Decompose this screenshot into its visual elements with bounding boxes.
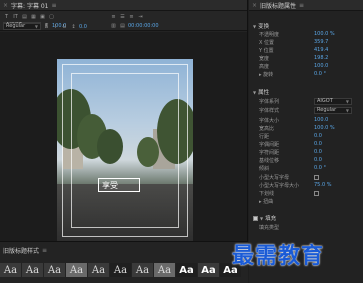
kerning-row: 字偶间距 0.0 [259,141,322,148]
align-right-icon[interactable]: ≡ [128,13,135,20]
caption-text-box[interactable]: 享受 [98,178,140,192]
background-video-icon[interactable]: ▢ [48,13,55,20]
distort-row[interactable]: ▸ 扭曲 [259,197,361,205]
title-canvas[interactable]: 享受 [0,32,247,242]
small-caps-size-row: 小型大写字母大小 75.0 % [259,182,332,189]
horizontal-center-icon[interactable]: ▤ [119,22,126,29]
y-position-value[interactable]: 419.4 [314,47,328,53]
properties-section-header[interactable]: ▼ 属性 [253,88,270,97]
title-designer-panel: × 字幕: 字幕 01 ≡ T IT ▤ ▦ ▣ ▢ AIGOT▼ T 100.… [0,0,248,283]
style-icon[interactable]: ▣ [39,13,46,20]
styles-menu-icon[interactable]: ≡ [42,247,47,254]
properties-panel-title: 旧版标题属性 [260,2,297,10]
leading-row: 行距 0.0 [259,133,322,140]
expand-triangle-icon: ▼ [253,89,257,95]
leading-value[interactable]: 0.0 [79,24,87,30]
style-swatch[interactable]: Aa [198,263,219,277]
transform-section-header[interactable]: ▼ 变换 [253,22,270,31]
background-video-frame: 享受 [57,59,193,242]
bold-icon[interactable]: B [43,23,50,30]
font-size-value[interactable]: 100.0 [314,117,328,123]
underline-icon[interactable]: U [61,23,68,30]
transform-header: 变换 [258,24,270,30]
fill-section-header[interactable]: ▼ 填充 [253,214,276,222]
small-caps-size-value[interactable]: 75.0 % [314,182,331,188]
style-swatch[interactable]: Aa [88,263,109,277]
small-caps-row: 小型大写字母 [259,173,361,181]
close-icon[interactable]: × [3,2,8,9]
style-swatch[interactable]: Aa [110,263,131,277]
font-style-select[interactable]: Regular ▼ [3,23,41,30]
styles-panel-title: 旧版标题样式 [3,247,40,255]
rotation-row[interactable]: ▸ 旋转 0.0 ° [259,70,361,78]
expand-triangle-icon: ▼ [260,215,264,221]
font-size-row: 字体大小 100.0 [259,117,329,124]
close-icon[interactable]: × [252,2,257,9]
tab-stops-icon[interactable]: ⇥ [137,13,144,20]
italic-icon[interactable]: I [52,23,59,30]
roll-crawl-icon[interactable]: ▤ [21,13,28,20]
designer-title: 字幕: 字幕 01 [11,2,49,10]
style-swatch[interactable]: Aa [154,263,175,277]
style-swatches: Aa Aa Aa Aa Aa Aa Aa Aa Aa Aa Aa [0,263,241,277]
style-swatch[interactable]: Aa [176,263,197,277]
title-styles-panel: 旧版标题样式 ≡ Aa Aa Aa Aa Aa Aa Aa Aa Aa Aa A… [0,241,248,283]
font-style-row: 字体样式 Regular ▼ [259,106,361,114]
underline-checkbox[interactable] [314,190,319,196]
opacity-value[interactable]: 100.0 % [314,31,335,37]
kerning-value[interactable]: 0.0 [314,141,322,147]
fill-type-row: 填充类型 [259,224,280,231]
width-value[interactable]: 198.2 [314,55,328,61]
x-position-row: X 位置 359.7 [259,39,329,46]
opacity-row: 不透明度 100.0 % [259,31,335,38]
leading-icon[interactable]: ↕ [70,23,77,30]
leading-value[interactable]: 0.0 [314,133,322,139]
style-swatch[interactable]: Aa [22,263,43,277]
caption-text: 享受 [102,180,118,190]
align-center-icon[interactable]: ☰ [119,13,126,20]
timecode[interactable]: 00:00:00:00 [128,23,159,29]
tracking-row: 字符间距 0.0 [259,149,322,156]
style-swatch[interactable]: Aa [132,263,153,277]
height-row: 高度 100.0 [259,63,329,70]
slant-row: 倾斜 0.0 ° [259,165,327,172]
properties-header: 属性 [258,90,270,96]
font-style-select[interactable]: Regular ▼ [314,106,352,114]
small-caps-checkbox[interactable] [314,174,319,180]
underline-row: 下划线 [259,189,361,197]
expand-triangle-icon: ▼ [253,23,257,29]
font-family-select[interactable]: AIGOT▼ [314,97,352,105]
style-swatch[interactable]: Aa [66,263,87,277]
title-safe-margin [71,73,179,228]
text-tool-icon[interactable]: T [3,13,10,20]
aspect-row: 宽高比 100.0 % [259,125,335,132]
fill-header: 填充 [265,216,277,222]
templates-icon[interactable]: ▦ [30,13,37,20]
baseline-shift-value[interactable]: 0.0 [314,157,322,163]
designer-titlebar: × 字幕: 字幕 01 ≡ [0,0,247,11]
panel-menu-icon[interactable]: ≡ [52,2,57,9]
font-family-row: 字体系列 AIGOT ▼ [259,97,361,105]
rotation-value[interactable]: 0.0 ° [314,71,326,77]
style-swatch[interactable]: Aa [0,263,21,277]
aspect-value[interactable]: 100.0 % [314,125,335,131]
align-left-icon[interactable]: ≡ [110,13,117,20]
vertical-text-tool-icon[interactable]: IT [12,13,19,20]
fill-checkbox[interactable] [253,215,258,221]
height-value[interactable]: 100.0 [314,63,328,69]
x-position-value[interactable]: 359.7 [314,39,328,45]
y-position-row: Y 位置 419.4 [259,47,329,54]
tracking-value[interactable]: 0.0 [314,149,322,155]
baseline-shift-row: 基线位移 0.0 [259,157,322,164]
slant-value[interactable]: 0.0 ° [314,165,326,171]
panel-menu-icon[interactable]: ≡ [299,2,304,9]
watermark-logo: 最需教育 [232,243,325,269]
vertical-center-icon[interactable]: ▥ [110,22,117,29]
style-swatch[interactable]: Aa [44,263,65,277]
width-row: 宽度 198.2 [259,55,329,62]
